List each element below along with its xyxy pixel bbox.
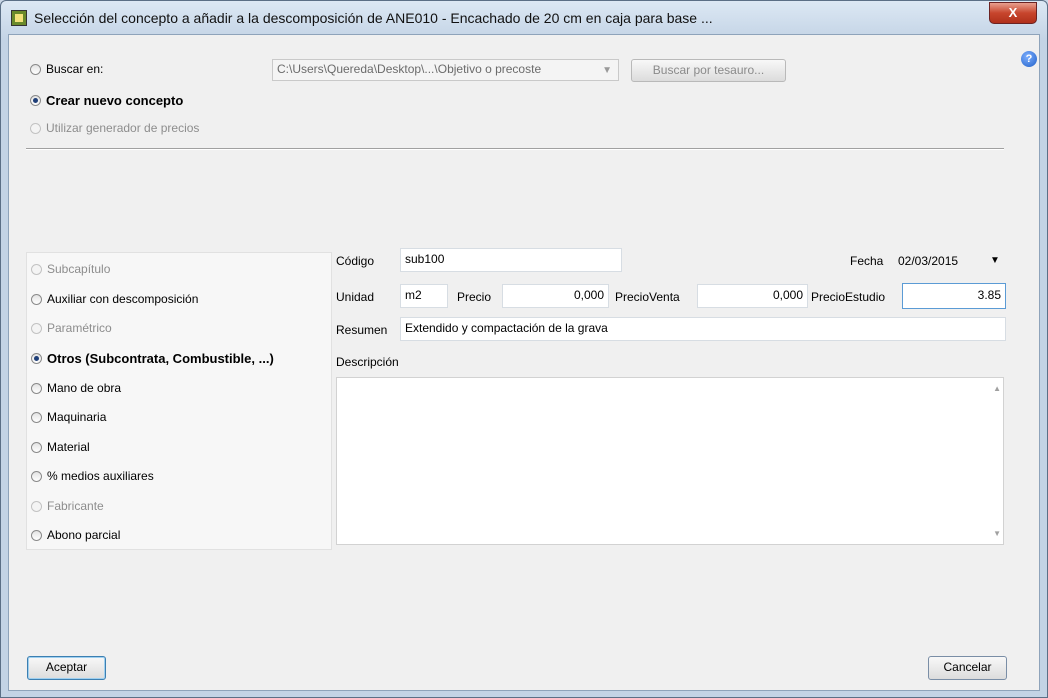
radio-type-label: Mano de obra xyxy=(47,381,122,395)
radio-crear-nuevo-concepto[interactable]: Crear nuevo concepto xyxy=(30,93,183,108)
radio-type-material[interactable]: Material xyxy=(31,440,90,454)
aceptar-button[interactable]: Aceptar xyxy=(27,656,106,680)
help-icon[interactable]: ? xyxy=(1021,51,1037,67)
radio-type-fabricante[interactable]: Fabricante xyxy=(31,499,104,513)
precioestudio-label: PrecioEstudio xyxy=(811,290,886,304)
radio-type-label: Fabricante xyxy=(47,499,104,513)
descripcion-textarea[interactable]: ▲ ▼ xyxy=(336,377,1004,545)
unidad-input[interactable]: m2 xyxy=(400,284,448,308)
radio-dot xyxy=(30,95,41,106)
radio-type-label: Paramétrico xyxy=(47,321,112,335)
precioventa-label: PrecioVenta xyxy=(615,290,680,304)
precioestudio-input[interactable]: 3.85 xyxy=(902,283,1006,309)
radio-buscar-en-label: Buscar en: xyxy=(46,62,104,76)
radio-generador-precios[interactable]: Utilizar generador de precios xyxy=(30,121,199,135)
radio-type-label: Material xyxy=(47,440,90,454)
radio-dot xyxy=(31,322,42,334)
fecha-label: Fecha xyxy=(850,254,884,268)
resumen-label: Resumen xyxy=(336,323,388,337)
scroll-up-icon[interactable]: ▲ xyxy=(993,384,1001,393)
radio-type-label: % medios auxiliares xyxy=(47,469,154,483)
radio-buscar-en[interactable]: Buscar en: xyxy=(30,62,103,76)
radio-dot xyxy=(31,500,42,512)
close-button[interactable]: X xyxy=(989,2,1037,24)
radio-dot xyxy=(31,441,42,453)
radio-generador-label: Utilizar generador de precios xyxy=(46,121,200,135)
title-bar: Selección del concepto a añadir a la des… xyxy=(1,1,1047,35)
radio-type-medios-auxiliares[interactable]: % medios auxiliares xyxy=(31,469,154,483)
codigo-label: Código xyxy=(336,254,375,268)
path-combobox[interactable]: C:\Users\Quereda\Desktop\...\Objetivo o … xyxy=(272,59,619,81)
radio-dot xyxy=(31,470,42,482)
resumen-input[interactable]: Extendido y compactación de la grava xyxy=(400,317,1006,341)
chevron-down-icon[interactable]: ▼ xyxy=(990,255,1000,266)
unidad-label: Unidad xyxy=(336,290,375,304)
fecha-value: 02/03/2015 xyxy=(898,254,959,268)
radio-type-auxiliar-descomposicion[interactable]: Auxiliar con descomposición xyxy=(31,292,198,306)
radio-dot xyxy=(31,382,42,394)
radio-type-parametrico[interactable]: Paramétrico xyxy=(31,321,112,335)
buscar-tesauro-button[interactable]: Buscar por tesauro... xyxy=(631,59,786,82)
precio-input[interactable]: 0,000 xyxy=(502,284,609,308)
radio-type-label: Subcapítulo xyxy=(47,262,111,276)
radio-crear-label: Crear nuevo concepto xyxy=(46,93,184,108)
cancelar-button[interactable]: Cancelar xyxy=(928,656,1007,680)
radio-type-subcapitulo[interactable]: Subcapítulo xyxy=(31,262,110,276)
radio-type-maquinaria[interactable]: Maquinaria xyxy=(31,410,106,424)
descripcion-label: Descripción xyxy=(336,355,399,369)
chevron-down-icon: ▼ xyxy=(602,65,612,76)
precio-label: Precio xyxy=(457,290,492,304)
radio-dot xyxy=(31,529,42,541)
app-icon xyxy=(11,10,27,26)
radio-type-abono-parcial[interactable]: Abono parcial xyxy=(31,528,120,542)
radio-dot xyxy=(30,63,41,75)
scroll-down-icon[interactable]: ▼ xyxy=(993,529,1001,538)
radio-type-otros[interactable]: Otros (Subcontrata, Combustible, ...) xyxy=(31,351,274,366)
radio-type-mano-de-obra[interactable]: Mano de obra xyxy=(31,381,121,395)
radio-dot xyxy=(31,293,42,305)
radio-type-label: Abono parcial xyxy=(47,528,121,542)
precioventa-input[interactable]: 0,000 xyxy=(697,284,808,308)
radio-dot xyxy=(31,411,42,423)
separator xyxy=(26,148,1004,150)
fecha-date-picker[interactable]: 02/03/2015 xyxy=(898,254,958,268)
radio-dot xyxy=(30,122,41,134)
radio-type-label: Maquinaria xyxy=(47,410,107,424)
window-title: Selección del concepto a añadir a la des… xyxy=(34,10,713,26)
radio-dot xyxy=(31,353,42,364)
radio-type-label: Otros (Subcontrata, Combustible, ...) xyxy=(47,351,274,366)
radio-type-label: Auxiliar con descomposición xyxy=(47,292,199,306)
radio-dot xyxy=(31,263,42,275)
codigo-input[interactable]: sub100 xyxy=(400,248,622,272)
path-combobox-value: C:\Users\Quereda\Desktop\...\Objetivo o … xyxy=(277,62,542,76)
